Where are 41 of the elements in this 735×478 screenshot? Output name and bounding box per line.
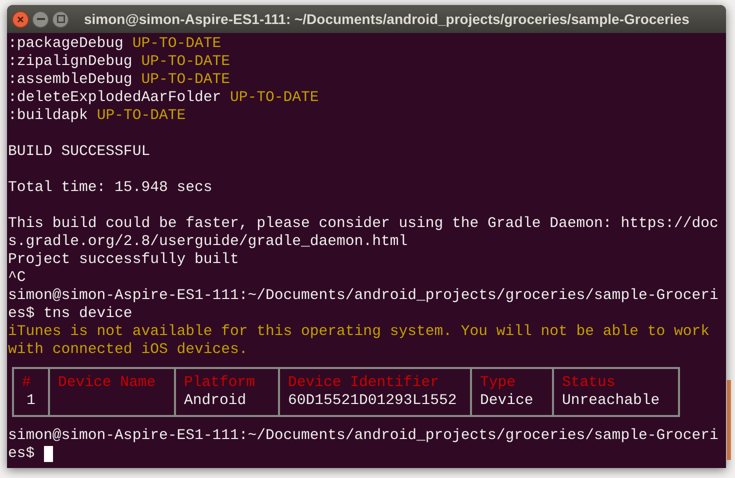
column-header: Platform xyxy=(175,368,279,392)
output-line: :buildapk xyxy=(8,107,88,125)
minimize-icon xyxy=(36,18,44,20)
output-line: simon@simon-Aspire-ES1-111:~/Documents/android_projects/groceries/sample-Groceri xyxy=(8,428,718,444)
status-text: UP-TO-DATE xyxy=(141,53,230,71)
output-line: s.gradle.org/2.8/userguide/gradle_daemon.html xyxy=(8,234,408,250)
warning-line: iTunes is not available for this operating system. You will not be able to work xyxy=(8,324,710,340)
output-line: simon@simon-Aspire-ES1-111:~/Documents/android_projects/groceries/sample-Groceri xyxy=(8,288,718,304)
status-text: UP-TO-DATE xyxy=(230,89,319,107)
column-header: Status xyxy=(553,368,679,392)
close-icon xyxy=(17,16,24,22)
minimize-button[interactable] xyxy=(32,10,49,28)
output-line: es$ tns device xyxy=(8,306,132,322)
column-header: Type xyxy=(471,368,553,392)
table-cell: Android xyxy=(175,392,279,416)
output-line: This build could be faster, please consider using the Gradle Daemon: https://doc xyxy=(8,216,718,232)
output-line: Project successfully built xyxy=(8,252,239,268)
table-cell: 1 xyxy=(13,392,49,416)
output-line: :deleteExplodedAarFolder xyxy=(8,89,222,107)
column-header: Device Name xyxy=(49,368,175,392)
warning-line: with connected iOS devices. xyxy=(8,342,248,358)
output-line: :assembleDebug xyxy=(8,71,132,89)
status-text: UP-TO-DATE xyxy=(132,35,222,53)
output-line: :zipalignDebug xyxy=(8,53,132,71)
output-line: :packageDebug xyxy=(8,35,124,53)
prompt-text: es$ xyxy=(8,445,35,463)
status-text: UP-TO-DATE xyxy=(96,107,186,125)
output-line: BUILD SUCCESSFUL xyxy=(8,144,150,160)
status-text: UP-TO-DATE xyxy=(141,71,230,89)
table-cell: Device xyxy=(471,392,553,416)
output-line: Total time: 15.948 secs xyxy=(8,180,212,196)
close-button[interactable] xyxy=(12,10,29,28)
column-header: Device Identifier xyxy=(279,368,471,392)
text-cursor xyxy=(44,446,53,462)
maximize-icon xyxy=(56,15,64,23)
column-header: # xyxy=(13,368,49,392)
maximize-button[interactable] xyxy=(52,10,69,28)
output-line: ^C xyxy=(8,270,26,286)
table-cell: Unreachable xyxy=(553,392,679,416)
window-title: simon@simon-Aspire-ES1-111: ~/Documents/android_projects/groceries/sample-Groceries xyxy=(84,10,690,29)
table-cell: 60D15521D01293L1552 xyxy=(279,392,471,416)
